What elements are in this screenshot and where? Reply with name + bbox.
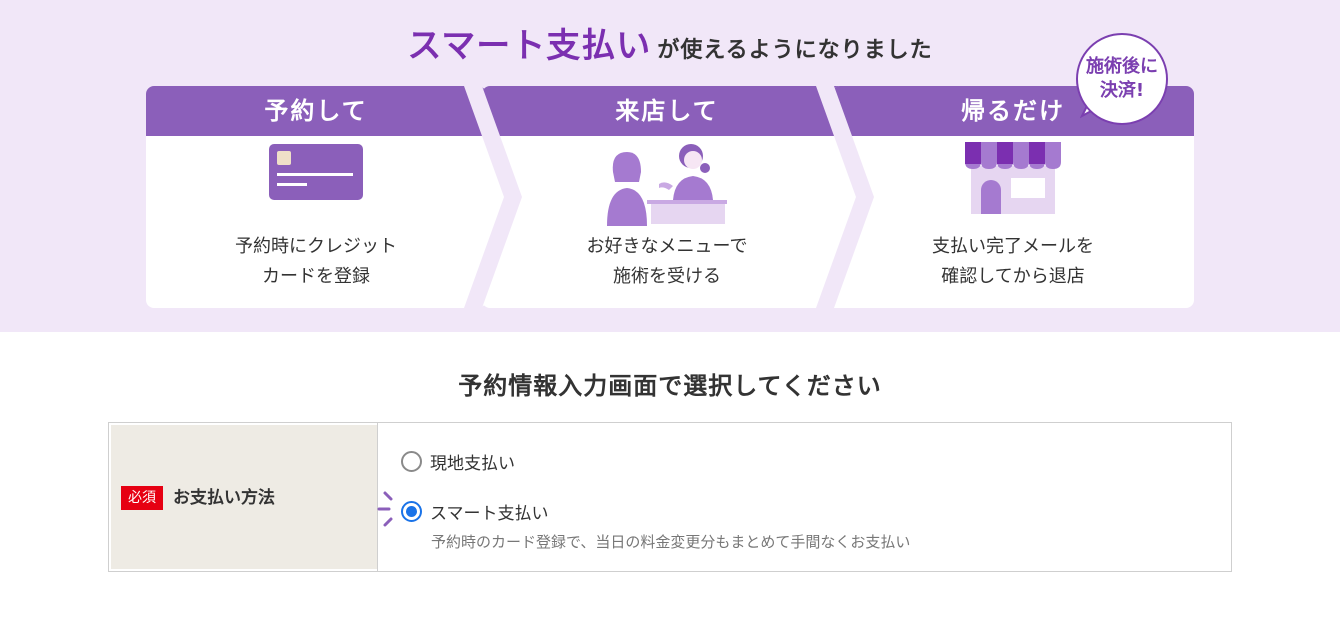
credit-card-icon <box>268 142 364 206</box>
step-desc-line: 確認してから退店 <box>941 266 1085 287</box>
step-desc-line: カードを登録 <box>262 266 370 287</box>
radio-smart-payment[interactable]: スマート支払い <box>401 499 549 524</box>
payment-label-cell: 必須 お支払い方法 <box>111 425 377 569</box>
step-title: 予約して <box>146 86 486 136</box>
radio-label: スマート支払い <box>430 504 549 524</box>
highlight-marks-icon <box>377 491 393 527</box>
payment-method-table: 必須 お支払い方法 現地支払い スマート支払い 予約時のカード登録で、当日の料金… <box>108 422 1232 572</box>
promo-banner: スマート支払い が使えるようになりました 予約して 予約時にクレジット カードを登… <box>0 0 1340 332</box>
after-treatment-badge: 施術後に 決済! <box>1076 33 1168 125</box>
headline-accent: スマート支払い <box>407 26 652 66</box>
storefront-icon <box>965 142 1061 218</box>
headline-rest: が使えるようになりました <box>657 38 933 63</box>
step-title: 来店して <box>482 86 852 136</box>
badge-line: 施術後に <box>1086 56 1158 77</box>
step-description: 予約時にクレジット カードを登録 <box>146 232 486 292</box>
required-badge: 必須 <box>121 486 163 510</box>
step-desc-line: お好きなメニューで <box>586 236 748 257</box>
step-desc-line: 施術を受ける <box>613 266 721 287</box>
badge-line: 決済! <box>1099 80 1145 101</box>
step-description: お好きなメニューで 施術を受ける <box>482 232 852 292</box>
salon-visit-icon <box>605 142 729 230</box>
payment-method-label: お支払い方法 <box>173 488 275 508</box>
smart-payment-description: 予約時のカード登録で、当日の料金変更分もまとめて手間なくお支払い <box>431 533 911 551</box>
step-description: 支払い完了メールを 確認してから退店 <box>832 232 1194 292</box>
radio-button-checked[interactable] <box>401 501 422 522</box>
radio-label: 現地支払い <box>430 454 515 474</box>
form-instruction: 予約情報入力画面で選択してください <box>458 372 882 400</box>
step-card-visit: 来店して お好きなメニューで 施術を受ける <box>482 86 852 308</box>
chevron-right-icon <box>816 86 874 308</box>
chevron-right-icon <box>464 86 522 308</box>
radio-button[interactable] <box>401 451 422 472</box>
step-card-reserve: 予約して 予約時にクレジット カードを登録 <box>146 86 486 308</box>
step-desc-line: 予約時にクレジット <box>235 236 397 257</box>
step-desc-line: 支払い完了メールを <box>932 236 1094 257</box>
steps-flow: 予約して 予約時にクレジット カードを登録 来店して お好きなメニューで 施術を… <box>146 86 1194 308</box>
radio-onsite-payment[interactable]: 現地支払い <box>401 449 515 474</box>
